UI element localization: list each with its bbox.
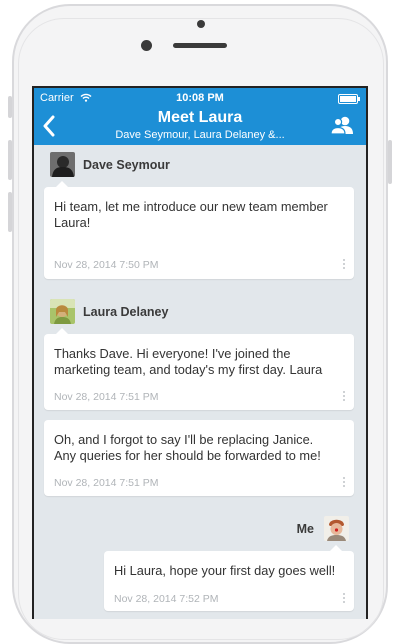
message-text-line: Oh, and I forgot to say I'll be replacin…	[54, 432, 314, 447]
proximity-sensor	[197, 20, 205, 28]
earpiece-speaker	[173, 43, 227, 48]
message-timestamp: Nov 28, 2014 7:50 PM	[54, 259, 159, 271]
message-bubble[interactable]: Hi team, let me introduce our new team m…	[44, 187, 354, 279]
message-text-line: Thanks Dave. Hi everyone! I've joined th…	[54, 346, 291, 361]
app-screen: Carrier 10:08 PM Meet Laura Dave Seymour…	[32, 86, 368, 619]
volume-down-button	[8, 192, 12, 232]
avatar-me[interactable]	[324, 516, 349, 541]
message-timestamp: Nov 28, 2014 7:51 PM	[54, 477, 159, 489]
message-text-line: marketing team, and today's my first day…	[54, 362, 323, 377]
sender-name: Dave Seymour	[83, 158, 170, 172]
sender-name: Laura Delaney	[83, 305, 169, 319]
message-text-line: Laura!	[54, 215, 91, 230]
status-time: 10:08 PM	[176, 92, 224, 104]
message-timestamp: Nov 28, 2014 7:52 PM	[114, 593, 219, 605]
volume-up-button	[8, 140, 12, 180]
battery-icon	[338, 94, 360, 104]
more-vertical-icon[interactable]	[343, 391, 346, 402]
message-bubble[interactable]: Thanks Dave. Hi everyone! I've joined th…	[44, 334, 354, 410]
sender-name-me: Me	[296, 522, 314, 536]
people-icon[interactable]	[330, 115, 354, 135]
more-vertical-icon[interactable]	[343, 259, 346, 270]
message-text-line: Any queries for her should be forwarded …	[54, 448, 321, 463]
more-vertical-icon[interactable]	[343, 593, 346, 604]
participants-subtitle[interactable]: Dave Seymour, Laura Delaney &...	[34, 129, 366, 141]
avatar-laura-delaney[interactable]	[50, 299, 75, 324]
navigation-bar: Carrier 10:08 PM Meet Laura Dave Seymour…	[34, 88, 366, 145]
power-button	[388, 140, 392, 184]
conversation-title: Meet Laura	[157, 109, 243, 126]
status-bar: Carrier 10:08 PM	[34, 90, 366, 106]
front-camera	[141, 40, 152, 51]
more-vertical-icon[interactable]	[343, 477, 346, 488]
message-text-line: Hi Laura, hope your first day goes well!	[114, 563, 336, 578]
message-bubble-own[interactable]: Hi Laura, hope your first day goes well!…	[104, 551, 354, 611]
message-timestamp: Nov 28, 2014 7:51 PM	[54, 391, 159, 403]
mute-switch	[8, 96, 12, 118]
message-bubble[interactable]: Oh, and I forgot to say I'll be replacin…	[44, 420, 354, 496]
avatar-dave-seymour[interactable]	[50, 152, 75, 177]
message-text-line: Hi team, let me introduce our new team m…	[54, 199, 328, 214]
